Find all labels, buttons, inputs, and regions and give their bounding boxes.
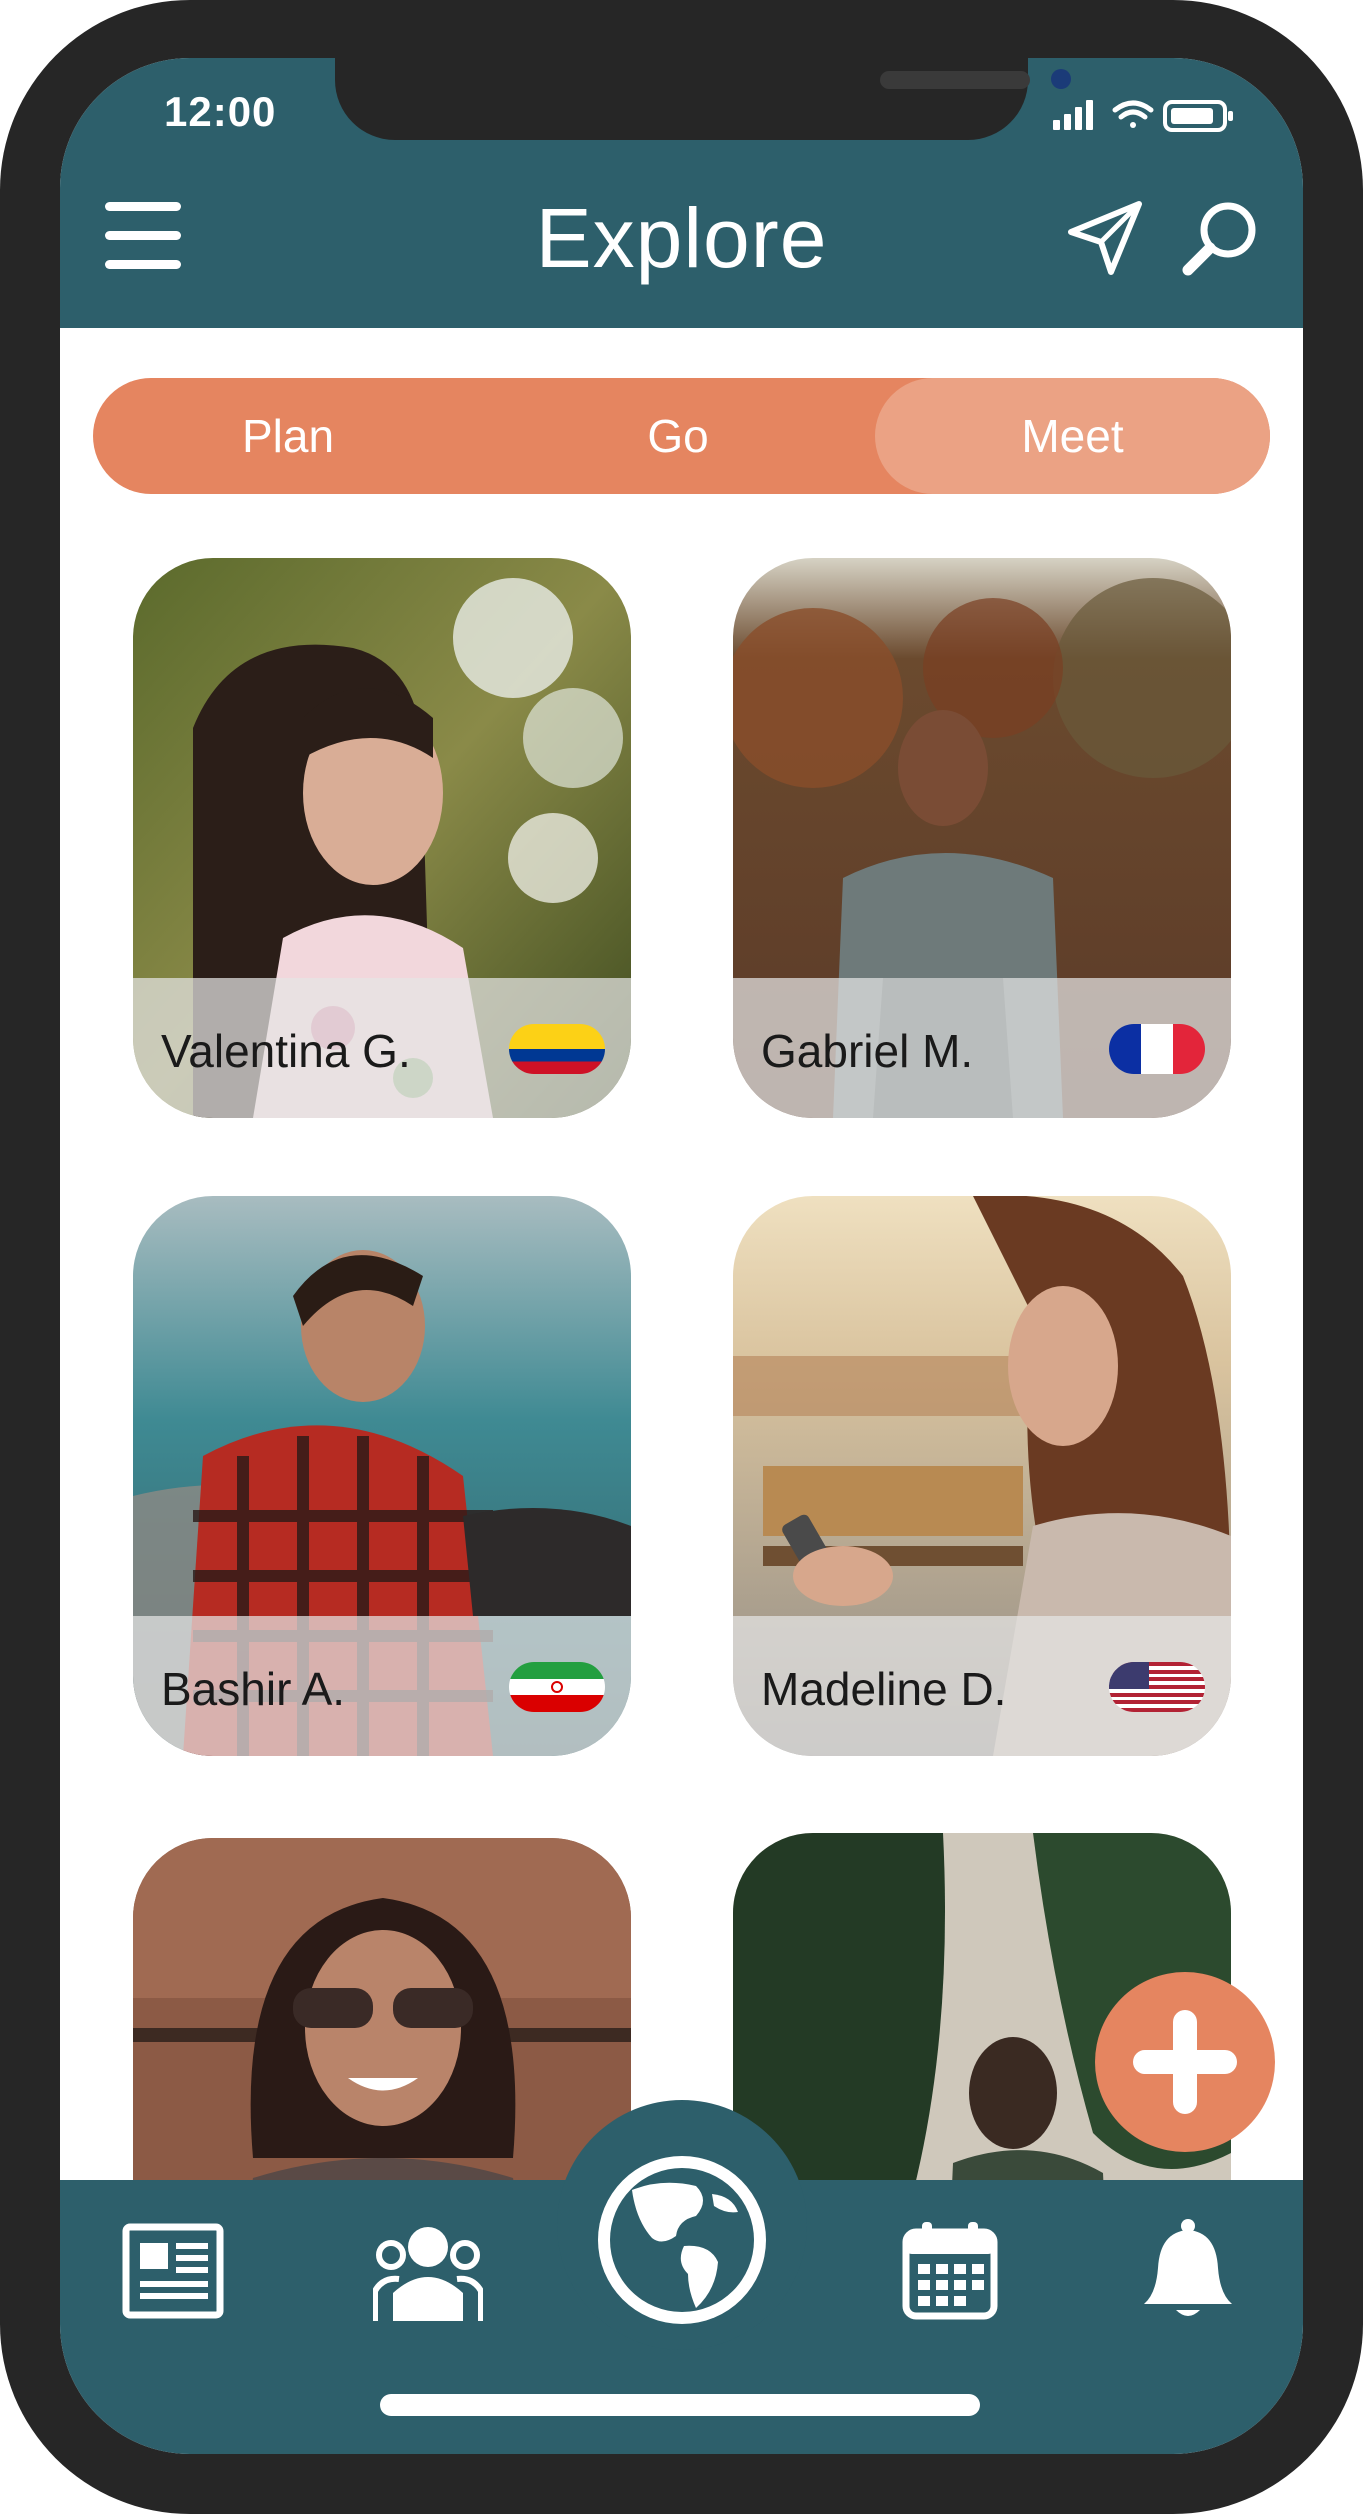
add-button[interactable] xyxy=(1095,1972,1275,2152)
person-name: Madeline D. xyxy=(761,1663,1007,1715)
profile-card[interactable]: Gabriel M. xyxy=(733,558,1231,1118)
notch xyxy=(335,58,1071,140)
profile-card[interactable]: Madeline D. xyxy=(733,1196,1231,1756)
flag-iran-icon xyxy=(509,1662,605,1712)
battery-icon xyxy=(1163,100,1233,132)
search-icon[interactable] xyxy=(1180,198,1260,278)
segmented-tabs: Plan Go Meet xyxy=(93,378,1270,494)
people-icon[interactable] xyxy=(373,2221,483,2321)
tab-meet[interactable]: Meet xyxy=(875,378,1270,494)
globe-icon[interactable] xyxy=(592,2150,772,2330)
profile-card[interactable]: Bashir A. xyxy=(133,1196,631,1756)
plus-icon xyxy=(1133,2010,1237,2114)
tab-go[interactable]: Go xyxy=(483,378,873,494)
flag-colombia-icon xyxy=(509,1024,605,1074)
flag-france-icon xyxy=(1109,1024,1205,1074)
app-screen: 12:00 Explore Plan Go Meet Valentina G. … xyxy=(60,58,1303,2454)
camera-dot xyxy=(1051,69,1071,89)
profile-card[interactable]: Valentina G. xyxy=(133,558,631,1118)
person-name: Valentina G. xyxy=(161,1025,411,1077)
person-name: Gabriel M. xyxy=(761,1025,974,1077)
status-time: 12:00 xyxy=(164,88,277,135)
flag-usa-icon xyxy=(1109,1662,1205,1712)
tab-plan[interactable]: Plan xyxy=(93,378,483,494)
news-icon[interactable] xyxy=(122,2223,224,2319)
signal-icon xyxy=(1053,100,1093,130)
calendar-icon[interactable] xyxy=(902,2220,998,2320)
send-icon[interactable] xyxy=(1065,198,1145,278)
home-indicator[interactable] xyxy=(380,2394,980,2416)
speaker-grill xyxy=(880,71,1030,89)
wifi-icon xyxy=(1112,100,1154,128)
bell-icon[interactable] xyxy=(1140,2218,1236,2322)
status-icons xyxy=(1053,100,1233,132)
person-name: Bashir A. xyxy=(161,1663,346,1715)
